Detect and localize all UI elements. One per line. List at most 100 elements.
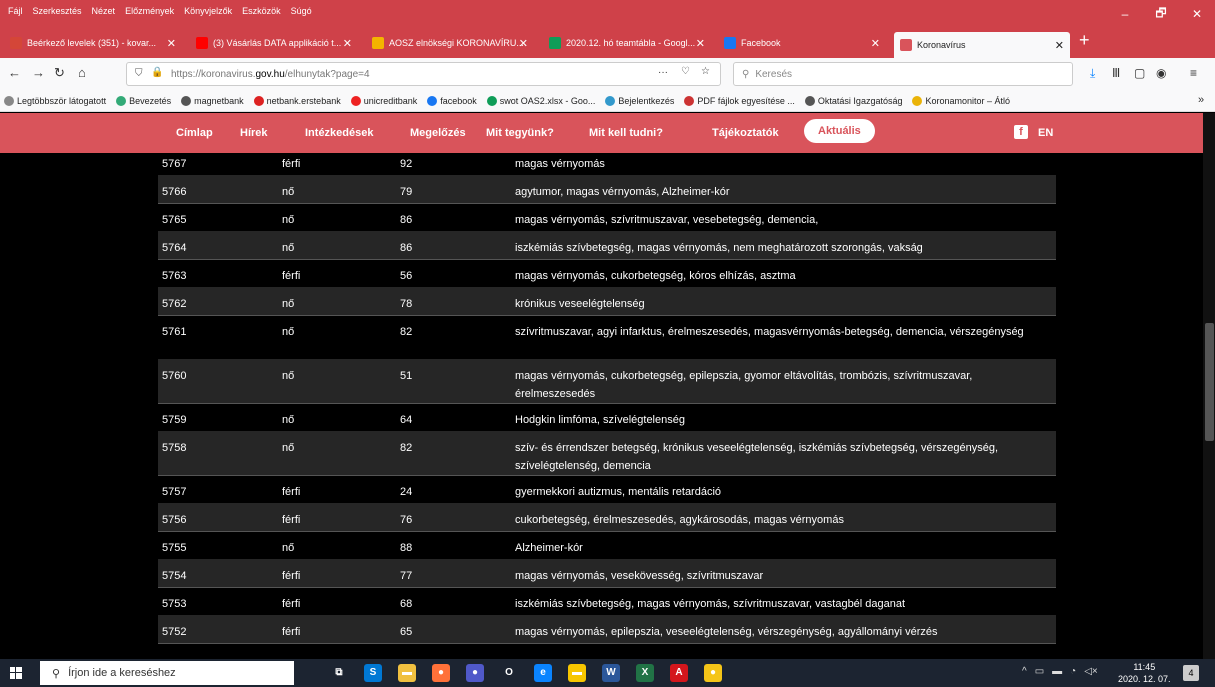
bookmark-label: Legtöbbször látogatott: [17, 95, 107, 106]
close-window-button[interactable]: ✕: [1179, 0, 1215, 28]
firefox-icon[interactable]: ●: [432, 664, 450, 682]
bookmark-item[interactable]: Oktatási Igazgatóság: [804, 95, 902, 106]
menu-item[interactable]: Eszközök: [242, 6, 281, 16]
table-row: 5756 férfi 76 cukorbetegség, érelmeszesedés…: [158, 503, 1056, 532]
opera-icon[interactable]: O: [500, 664, 518, 682]
word-icon[interactable]: W: [602, 664, 620, 682]
bookmark-item[interactable]: Koronamonitor – Átló: [912, 95, 1010, 106]
row-conditions: magas vérnyomás: [515, 158, 605, 170]
site-nav-item[interactable]: Tájékoztatók: [712, 127, 779, 139]
close-tab-icon[interactable]: ✕: [871, 37, 880, 50]
windows-start-icon[interactable]: [10, 667, 22, 679]
site-nav-item[interactable]: Címlap: [176, 127, 213, 139]
browser-tab[interactable]: Koronavírus ✕: [894, 32, 1070, 58]
row-conditions: iszkémiás szívbetegség, magas vérnyomás,…: [515, 598, 906, 610]
menu-item[interactable]: Súgó: [291, 6, 312, 16]
bookmark-star-icon[interactable]: ☆: [701, 66, 710, 77]
site-nav-item[interactable]: Aktuális: [804, 119, 875, 143]
menu-item[interactable]: Fájl: [8, 6, 23, 16]
menu-item[interactable]: Nézet: [92, 6, 116, 16]
file-explorer-icon[interactable]: ▬: [398, 664, 416, 682]
task-view-icon[interactable]: ⧉: [330, 664, 348, 682]
wifi-icon[interactable]: ◔: [1070, 666, 1076, 677]
home-icon[interactable]: ⌂: [78, 65, 86, 80]
pocket-icon[interactable]: ♡: [681, 66, 690, 77]
excel-icon[interactable]: X: [636, 664, 654, 682]
row-conditions: magas vérnyomás, szívritmuszavar, vesebe…: [515, 214, 819, 226]
lock-icon[interactable]: 🔒: [151, 67, 163, 78]
row-id: 5758: [162, 442, 187, 454]
table-row: 5761 nő 82 szívritmuszavar, agyi infarktus,…: [158, 315, 1056, 360]
row-sex: nő: [282, 442, 295, 454]
bookmark-item[interactable]: unicreditbank: [350, 95, 417, 106]
bookmark-item[interactable]: PDF fájlok egyesítése ...: [684, 95, 795, 106]
page-actions-icon[interactable]: ···: [658, 67, 668, 78]
menu-item[interactable]: Szerkesztés: [33, 6, 82, 16]
browser-tab[interactable]: Facebook ✕: [718, 28, 886, 58]
edge-icon[interactable]: e: [534, 664, 552, 682]
library-icon[interactable]: Ⅲ: [1112, 66, 1120, 80]
bookmark-item[interactable]: Legtöbbször látogatott: [4, 95, 107, 106]
row-id: 5754: [162, 570, 187, 582]
minimize-button[interactable]: –: [1107, 0, 1143, 28]
volume-icon[interactable]: ◁×: [1084, 666, 1098, 677]
bookmark-item[interactable]: facebook: [427, 95, 477, 106]
chrome-like-icon[interactable]: ●: [704, 664, 722, 682]
download-icon[interactable]: ⤓: [1090, 66, 1095, 81]
search-bar[interactable]: ⚲ Keresés: [733, 62, 1073, 86]
close-tab-icon[interactable]: ✕: [696, 37, 705, 50]
google-sheets-icon: [549, 37, 561, 49]
url-bar[interactable]: ⛉ 🔒 https://koronavirus.gov.hu/elhunytak…: [126, 62, 721, 86]
account-icon[interactable]: ◉: [1156, 66, 1166, 80]
site-nav-item[interactable]: Hírek: [240, 127, 268, 139]
menu-item[interactable]: Előzmények: [125, 6, 174, 16]
bookmark-item[interactable]: swot OAS2.xlsx - Goo...: [486, 95, 595, 106]
close-tab-icon[interactable]: ✕: [1055, 39, 1064, 52]
skype-icon[interactable]: S: [364, 664, 382, 682]
shield-icon[interactable]: ⛉: [135, 68, 143, 79]
row-id: 5767: [162, 158, 187, 170]
bookmark-item[interactable]: magnetbank: [181, 95, 244, 106]
bookmarks-overflow-icon[interactable]: »: [1198, 94, 1204, 106]
menu-item[interactable]: Könyvjelzők: [184, 6, 232, 16]
url-text[interactable]: https://koronavirus.gov.hu/elhunytak?pag…: [171, 69, 370, 80]
hamburger-menu-icon[interactable]: ≡: [1190, 66, 1197, 80]
teams-icon[interactable]: ●: [466, 664, 484, 682]
clock[interactable]: 11:45 2020. 12. 07.: [1118, 661, 1171, 685]
language-link-en[interactable]: EN: [1038, 127, 1053, 139]
scrollbar-thumb[interactable]: [1205, 323, 1214, 441]
close-tab-icon[interactable]: ✕: [519, 37, 528, 50]
new-tab-button[interactable]: +: [1079, 30, 1090, 51]
browser-tab[interactable]: 2020.12. hó teamtábla - Googl... ✕: [543, 28, 711, 58]
facebook-icon[interactable]: f: [1014, 125, 1028, 139]
bookmark-item[interactable]: Bejelentkezés: [605, 95, 674, 106]
row-sex: férfi: [282, 270, 301, 282]
restore-button[interactable]: 🗗: [1143, 0, 1179, 28]
site-nav-item[interactable]: Mit kell tudni?: [589, 127, 663, 139]
bookmark-item[interactable]: Bevezetés: [116, 95, 171, 106]
browser-tab[interactable]: AOSZ elnökségi KORONAVÍRU... ✕: [366, 28, 534, 58]
site-nav-item[interactable]: Mit tegyünk?: [486, 127, 554, 139]
close-tab-icon[interactable]: ✕: [167, 37, 176, 50]
network-icon[interactable]: ▭: [1035, 666, 1044, 677]
site-nav-item[interactable]: Intézkedések: [305, 127, 373, 139]
sidebar-icon[interactable]: ▢: [1134, 66, 1145, 80]
browser-tab[interactable]: (3) Vásárlás DATA applikáció t... ✕: [190, 28, 358, 58]
bookmark-label: magnetbank: [194, 95, 244, 106]
battery-icon[interactable]: ▬: [1052, 666, 1062, 677]
page-scrollbar[interactable]: [1203, 113, 1215, 659]
acrobat-icon[interactable]: A: [670, 664, 688, 682]
site-nav-item[interactable]: Megelőzés: [410, 127, 466, 139]
browser-tab[interactable]: Beérkező levelek (351) - kovar... ✕: [4, 28, 182, 58]
row-conditions: magas vérnyomás, cukorbetegség, kóros el…: [515, 270, 796, 282]
row-id: 5755: [162, 542, 187, 554]
tray-chevron-icon[interactable]: ^: [1022, 666, 1027, 677]
bookmark-item[interactable]: netbank.erstebank: [253, 95, 341, 106]
reload-button[interactable]: ↻: [54, 65, 65, 81]
close-tab-icon[interactable]: ✕: [343, 37, 352, 50]
back-button[interactable]: ←: [8, 65, 21, 80]
taskbar-search-input[interactable]: ⚲ Írjon ide a kereséshez: [40, 661, 294, 685]
notification-center-icon[interactable]: 4: [1183, 665, 1199, 681]
sticky-notes-icon[interactable]: ▬: [568, 664, 586, 682]
forward-button[interactable]: →: [32, 65, 45, 80]
